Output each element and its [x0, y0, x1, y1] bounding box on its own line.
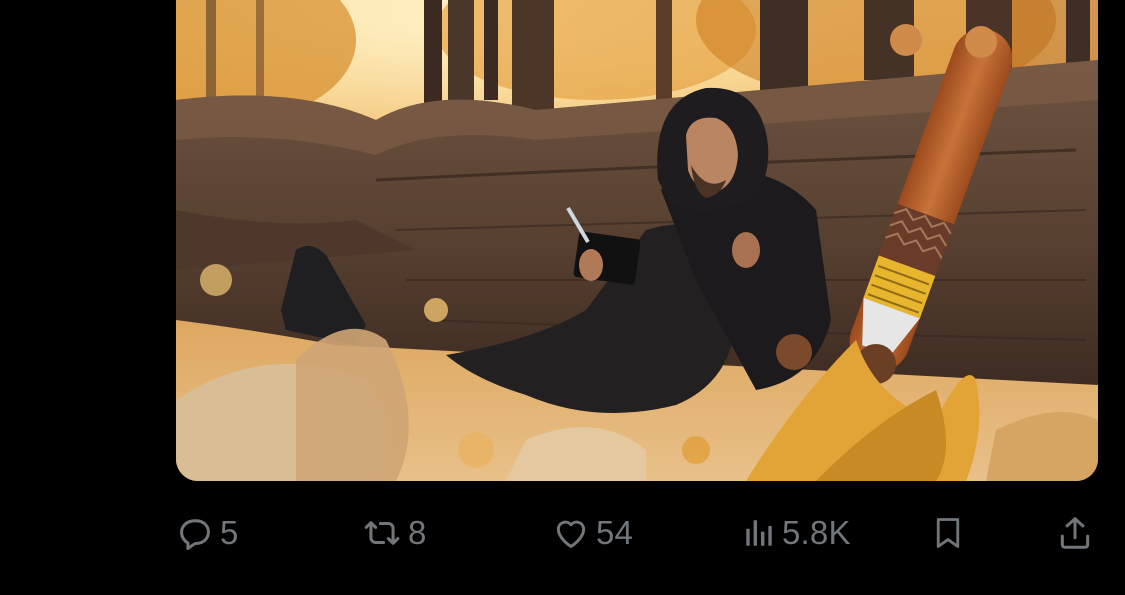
- bookmark-button[interactable]: [930, 505, 966, 561]
- bookmark-icon: [930, 513, 966, 553]
- repost-count: 8: [408, 514, 427, 551]
- share-icon: [1056, 513, 1094, 553]
- like-button[interactable]: 54: [552, 505, 633, 561]
- heart-icon: [552, 514, 590, 552]
- repost-icon: [362, 514, 402, 552]
- post-container: 5 8 54 5.8K: [0, 0, 1125, 595]
- views-button[interactable]: 5.8K: [742, 505, 851, 561]
- repost-button[interactable]: 8: [362, 505, 427, 561]
- reply-icon: [176, 514, 214, 552]
- views-count: 5.8K: [782, 514, 851, 551]
- reply-button[interactable]: 5: [176, 505, 239, 561]
- like-count: 54: [596, 514, 634, 551]
- share-button[interactable]: [1056, 505, 1094, 561]
- reply-count: 5: [220, 514, 239, 551]
- post-media-image[interactable]: [176, 0, 1098, 481]
- post-action-bar: 5 8 54 5.8K: [176, 505, 1098, 561]
- views-icon: [742, 514, 776, 552]
